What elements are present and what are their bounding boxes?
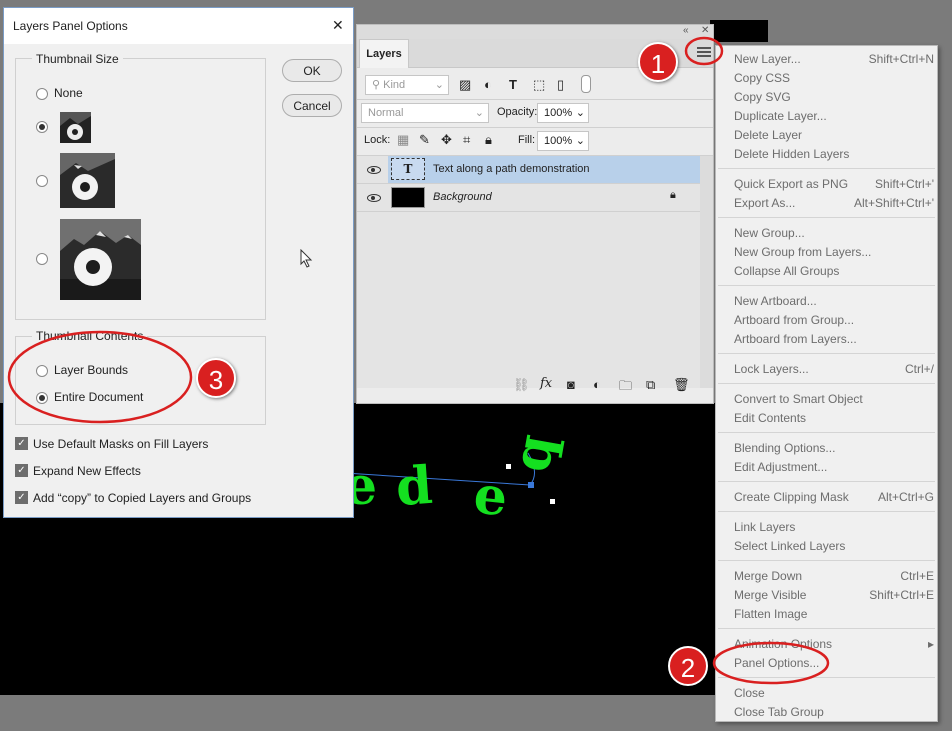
callout-badge-3: 3 (196, 358, 236, 398)
highlight-ellipse-2 (712, 641, 830, 685)
callout-badge-2: 2 (668, 646, 708, 686)
annotation-overlay (7, 36, 830, 685)
highlight-ellipse-3 (7, 330, 193, 424)
highlight-ellipse-1 (684, 36, 724, 66)
callout-badge-1: 1 (638, 42, 678, 82)
